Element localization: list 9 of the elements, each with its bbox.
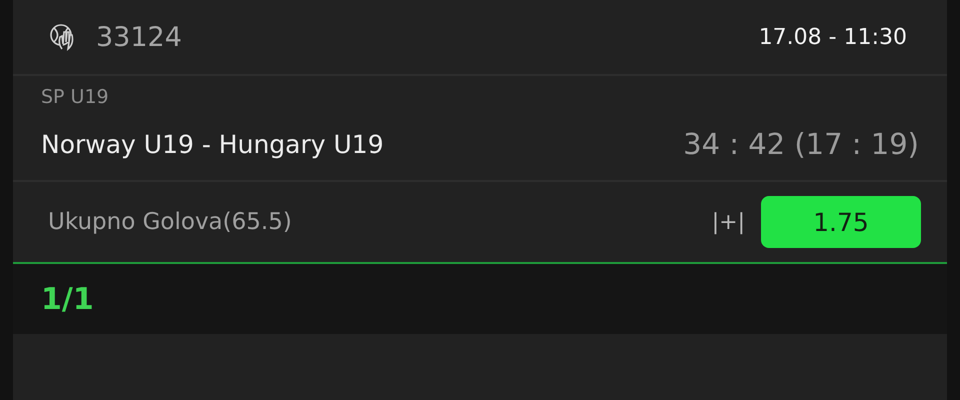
event-code: 33124 [96, 22, 182, 52]
event-datetime: 17.08 - 11:30 [758, 24, 907, 50]
bet-market: Ukupno Golova(65.5) [48, 209, 292, 235]
odds-button[interactable]: 1.75 [761, 196, 921, 248]
match-score: 34 : 42 (17 : 19) [683, 127, 919, 161]
match-teams: Norway U19 - Hungary U19 [41, 130, 384, 158]
league-name: SP U19 [41, 86, 109, 108]
ticket-count: 1/1 [41, 282, 94, 316]
bet-marker: |+| [712, 210, 745, 234]
